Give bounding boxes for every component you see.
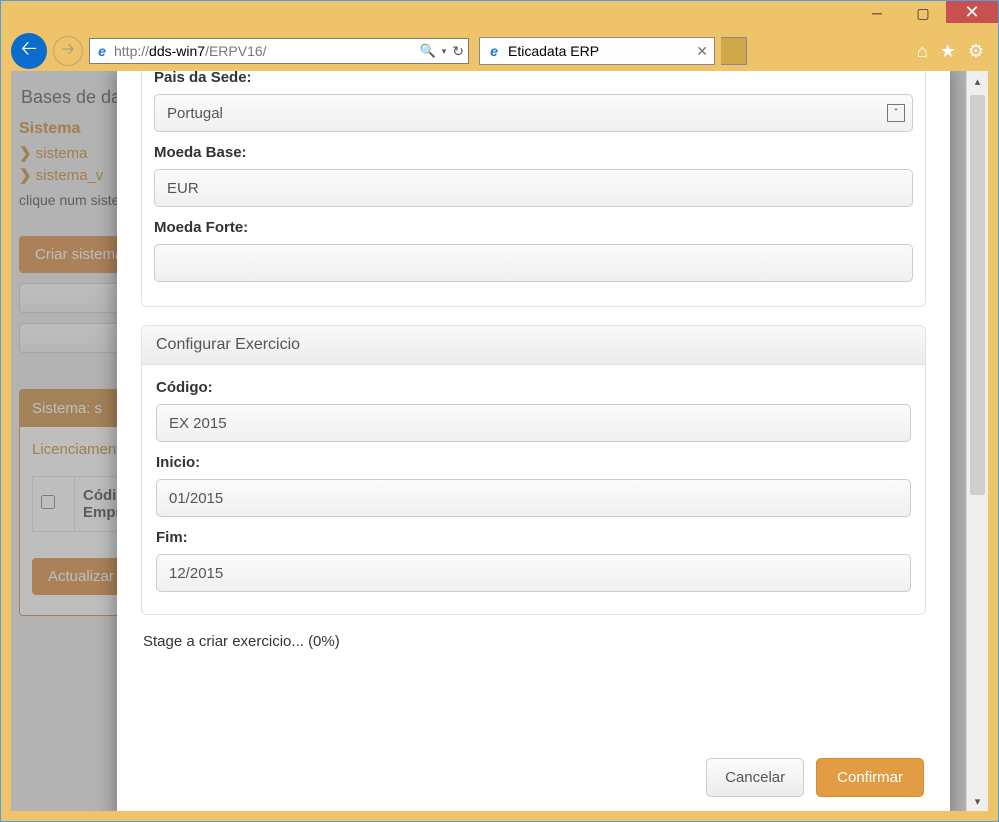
address-url: http://dds-win7/ERPV16/ — [114, 43, 416, 59]
window-close-button[interactable]: ✕ — [946, 1, 998, 23]
settings-icon[interactable]: ⚙ — [968, 41, 984, 62]
new-tab-button[interactable] — [721, 37, 747, 65]
pais-value: Portugal — [154, 94, 913, 132]
tab-close-icon[interactable]: ✕ — [696, 43, 708, 60]
window-minimize-button[interactable]: ─ — [854, 2, 900, 24]
scroll-thumb[interactable] — [970, 95, 985, 495]
favorites-icon[interactable]: ★ — [940, 41, 956, 62]
scroll-up-button[interactable]: ▴ — [967, 71, 988, 91]
modal-footer: Cancelar Confirmar — [141, 746, 926, 797]
nav-forward-button[interactable]: 🡢 — [53, 36, 83, 66]
arrow-left-icon: 🡠 — [21, 34, 37, 68]
inicio-input[interactable]: 01/2015 — [156, 479, 911, 517]
fim-input[interactable]: 12/2015 — [156, 554, 911, 592]
browser-tools: ⌂ ★ ⚙ — [917, 41, 984, 62]
moeda-forte-input[interactable] — [154, 244, 913, 282]
status-message: Stage a criar exercicio... (0%) — [141, 615, 926, 652]
browser-window: ─ ▢ ✕ 🡠 🡢 e http://dds-win7/ERPV16/ 🔍 ▾ … — [0, 0, 999, 822]
page-viewport: Bases de dados Sistema sistema sistema_v… — [11, 71, 988, 811]
browser-nav-bar: 🡠 🡢 e http://dds-win7/ERPV16/ 🔍 ▾ ↻ e Et… — [1, 31, 998, 71]
form-section-exercicio: Configurar Exercicio Código: EX 2015 Ini… — [141, 325, 926, 615]
address-actions: 🔍 ▾ ↻ — [420, 43, 464, 60]
pais-select[interactable]: Portugal ˇ — [154, 94, 913, 132]
window-maximize-button[interactable]: ▢ — [900, 2, 946, 24]
ie-icon: e — [486, 43, 502, 59]
cancel-button[interactable]: Cancelar — [706, 758, 804, 797]
scroll-track[interactable] — [967, 91, 988, 791]
address-bar[interactable]: e http://dds-win7/ERPV16/ 🔍 ▾ ↻ — [89, 38, 469, 64]
search-icon[interactable]: 🔍 — [420, 43, 436, 59]
form-section-sede: Pais da Sede: Portugal ˇ Moeda Base: EUR… — [141, 71, 926, 307]
codigo-input[interactable]: EX 2015 — [156, 404, 911, 442]
moeda-forte-label: Moeda Forte: — [154, 219, 913, 236]
window-titlebar: ─ ▢ ✕ — [1, 1, 998, 31]
fim-label: Fim: — [156, 529, 911, 546]
arrow-right-icon: 🡢 — [62, 38, 75, 65]
confirm-button[interactable]: Confirmar — [816, 758, 924, 797]
pais-label: Pais da Sede: — [154, 71, 913, 86]
scroll-down-button[interactable]: ▾ — [967, 791, 988, 811]
browser-tab[interactable]: e Eticadata ERP ✕ — [479, 37, 715, 65]
refresh-icon[interactable]: ↻ — [452, 43, 464, 60]
moeda-base-input[interactable]: EUR — [154, 169, 913, 207]
codigo-label: Código: — [156, 379, 911, 396]
moeda-base-label: Moeda Base: — [154, 144, 913, 161]
nav-back-button[interactable]: 🡠 — [11, 33, 47, 69]
chevron-down-icon[interactable]: ˇ — [887, 104, 905, 122]
tab-title: Eticadata ERP — [508, 43, 690, 59]
ie-icon: e — [94, 43, 110, 59]
inicio-label: Inicio: — [156, 454, 911, 471]
modal-dialog: Pais da Sede: Portugal ˇ Moeda Base: EUR… — [117, 71, 950, 811]
vertical-scrollbar[interactable]: ▴ ▾ — [966, 71, 988, 811]
section-header: Configurar Exercicio — [142, 326, 925, 365]
dropdown-icon[interactable]: ▾ — [442, 46, 447, 57]
home-icon[interactable]: ⌂ — [917, 41, 928, 62]
